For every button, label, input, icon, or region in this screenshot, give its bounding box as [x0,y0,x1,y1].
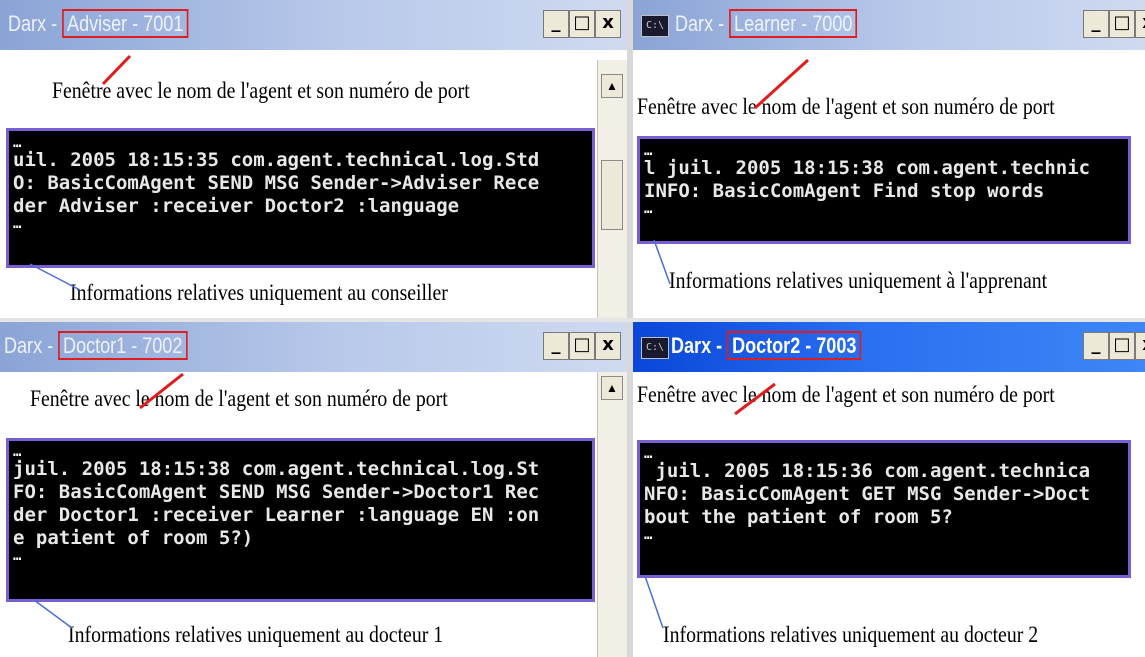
adviser-console-output: … uil. 2005 18:15:35 com.agent.technical… [6,128,595,268]
scroll-thumb[interactable] [601,160,623,230]
console-line: juil. 2005 18:15:38 com.agent.technical.… [13,458,540,480]
console-line: bout the patient of room 5? [644,506,953,528]
console-line: O: BasicComAgent SEND MSG Sender->Advise… [13,172,540,194]
learner-close-button[interactable]: x [1135,10,1145,38]
learner-title-prefix: Darx - [675,11,730,36]
console-line: FO: BasicComAgent SEND MSG Sender->Docto… [13,481,540,503]
console-line: der Adviser :receiver Doctor2 :language [13,195,460,217]
learner-caption-bottom: Informations relatives uniquement à l'ap… [669,268,1048,293]
doctor1-close-button[interactable]: x [595,332,621,360]
console-ellipsis: … [13,548,21,564]
learner-window: C:\ Darx - Learner - 7000 _ □ x Fenêtre … [633,0,1145,318]
adviser-window-title: Darx - Adviser - 7001 [8,9,189,38]
doctor2-console-output: … juil. 2005 18:15:36 com.agent.technica… [637,440,1131,578]
console-line: juil. 2005 18:15:36 com.agent.technica [644,460,1091,482]
console-window-icon: C:\ [641,15,669,37]
doctor2-caption-top: Fenêtre avec le nom de l'agent et son nu… [637,382,1055,407]
doctor1-window: Darx - Doctor1 - 7002 _ □ x Fenêtre avec… [0,322,627,657]
scroll-up-arrow-icon[interactable]: ▲ [601,74,623,98]
console-line: NFO: BasicComAgent GET MSG Sender->Doct [644,483,1091,505]
adviser-maximize-button[interactable]: □ [569,10,595,38]
doctor1-window-title: Darx - Doctor1 - 7002 [4,331,188,360]
doctor1-scrollbar[interactable]: ▲ [597,372,627,657]
adviser-scrollbar[interactable]: ▲ [597,60,627,318]
console-ellipsis: … [644,446,652,462]
adviser-agent-label: Adviser - 7001 [62,9,189,38]
adviser-caption-top: Fenêtre avec le nom de l'agent et son nu… [52,78,470,103]
adviser-close-button[interactable]: x [595,10,621,38]
scroll-up-arrow-icon[interactable]: ▲ [601,376,623,400]
learner-window-title: Darx - Learner - 7000 [675,9,858,38]
learner-console-output: … l juil. 2005 18:15:38 com.agent.techni… [637,136,1131,244]
doctor1-title-prefix: Darx - [4,333,59,358]
adviser-window: Darx - Adviser - 7001 _ □ x Fenêtre avec… [0,0,627,318]
horizontal-divider [0,318,1145,322]
console-ellipsis: … [13,135,21,151]
adviser-title-prefix: Darx - [8,11,63,36]
doctor2-close-button[interactable]: x [1135,332,1145,360]
console-ellipsis: … [644,527,652,543]
doctor1-console-output: … juil. 2005 18:15:38 com.agent.technica… [6,438,595,602]
adviser-minimize-button[interactable]: _ [543,10,569,38]
console-line: der Doctor1 :receiver Learner :language … [13,504,540,526]
console-ellipsis: … [13,216,21,232]
learner-caption-top: Fenêtre avec le nom de l'agent et son nu… [637,94,1055,119]
doctor2-title-prefix: Darx - [671,333,728,358]
doctor2-agent-label: Doctor2 - 7003 [727,331,862,360]
console-line: uil. 2005 18:15:35 com.agent.technical.l… [13,149,540,171]
doctor2-window: C:\ Darx - Doctor2 - 7003 _ □ x Fenêtre … [633,322,1145,657]
doctor1-caption-top: Fenêtre avec le nom de l'agent et son nu… [30,386,448,411]
console-ellipsis: … [644,143,652,159]
doctor2-caption-bottom: Informations relatives uniquement au doc… [663,622,1039,647]
doctor1-maximize-button[interactable]: □ [569,332,595,360]
learner-maximize-button[interactable]: □ [1109,10,1135,38]
console-line: e patient of room 5?) [13,527,254,549]
console-line: INFO: BasicComAgent Find stop words [644,180,1045,202]
console-window-icon: C:\ [641,337,669,359]
learner-agent-label: Learner - 7000 [729,9,858,38]
console-ellipsis: … [13,444,21,460]
doctor2-window-title: Darx - Doctor2 - 7003 [671,331,862,360]
adviser-caption-bottom: Informations relatives uniquement au con… [70,280,448,305]
doctor2-minimize-button[interactable]: _ [1083,332,1109,360]
console-ellipsis: … [644,201,652,217]
learner-minimize-button[interactable]: _ [1083,10,1109,38]
doctor1-agent-label: Doctor1 - 7002 [58,331,188,360]
vertical-divider [627,0,633,657]
doctor1-minimize-button[interactable]: _ [543,332,569,360]
doctor1-caption-bottom: Informations relatives uniquement au doc… [68,622,444,647]
console-line: l juil. 2005 18:15:38 com.agent.technic [644,157,1091,179]
doctor2-maximize-button[interactable]: □ [1109,332,1135,360]
